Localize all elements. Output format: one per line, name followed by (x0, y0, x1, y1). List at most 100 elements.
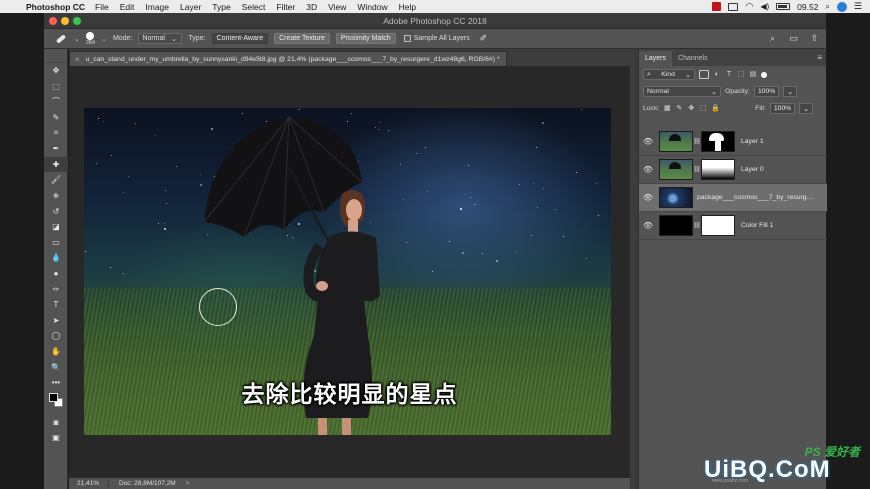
pressure-size-icon[interactable]: ✐ (480, 33, 488, 44)
dodge-tool-icon[interactable]: ● (44, 266, 68, 282)
lock-transparent-icon[interactable]: ▦ (663, 105, 671, 113)
tools-panel-grip[interactable] (44, 49, 67, 63)
clock[interactable]: 09.52 (797, 2, 818, 12)
canvas-area[interactable]: 去除比较明显的星点 (69, 66, 630, 477)
minimize-window-button[interactable] (61, 17, 69, 25)
visibility-eye-icon[interactable]: 👁 (639, 165, 657, 174)
share-icon[interactable]: ⇧ (809, 33, 820, 44)
visibility-eye-icon[interactable]: 👁 (639, 221, 657, 230)
blur-tool-icon[interactable]: 💧 (44, 250, 68, 266)
fill-input[interactable]: 100% (769, 103, 796, 114)
battery-icon[interactable] (776, 3, 791, 10)
menu-filter[interactable]: Filter (276, 2, 295, 12)
history-brush-tool-icon[interactable]: ↺ (44, 203, 68, 219)
layer-row-layer-0[interactable]: 👁 ⛓ Layer 0 (639, 156, 827, 184)
layer-mask-thumbnail[interactable] (701, 159, 735, 180)
create-texture-button[interactable]: Create Texture (274, 33, 330, 44)
siri-icon[interactable] (836, 1, 847, 12)
mask-link-icon[interactable]: ⛓ (693, 166, 701, 173)
pen-tool-icon[interactable]: ✑ (44, 281, 68, 297)
visibility-eye-icon[interactable]: 👁 (639, 137, 657, 146)
menu-help[interactable]: Help (399, 2, 416, 12)
content-aware-button[interactable]: Content-Aware (211, 33, 269, 44)
filter-shape-icon[interactable]: ⬚ (737, 71, 745, 79)
eyedropper-tool-icon[interactable]: ✒ (44, 141, 68, 157)
wifi-icon[interactable]: ◠ (745, 1, 753, 12)
tab-layers[interactable]: Layers (639, 51, 673, 66)
menu-view[interactable]: View (328, 2, 346, 12)
mores-tool-icon[interactable]: ••• (44, 375, 68, 391)
layer-row-cosmos[interactable]: 👁 package___cosmos___7_by_resurgere... (639, 184, 827, 212)
tool-preset-chevron-icon[interactable]: ⌄ (74, 35, 80, 43)
path-select-tool-icon[interactable]: ➤ (44, 313, 68, 329)
zoom-tool-icon[interactable]: 🔍 (44, 359, 68, 375)
visibility-eye-icon[interactable]: 👁 (639, 193, 657, 202)
notification-center-icon[interactable]: ☰ (854, 1, 862, 12)
menu-3d[interactable]: 3D (306, 2, 317, 12)
menu-image[interactable]: Image (145, 2, 169, 12)
blend-mode-select[interactable]: Normal ⌄ (643, 86, 721, 97)
panel-menu-icon[interactable]: ≡ (817, 53, 822, 62)
mask-link-icon[interactable]: ⛓ (693, 222, 701, 229)
quick-mask-icon[interactable]: ◙ (44, 414, 68, 430)
gradient-tool-icon[interactable]: ▭ (44, 235, 68, 251)
hand-tool-icon[interactable]: ✋ (44, 344, 68, 360)
lock-position-icon[interactable]: ✥ (687, 105, 695, 113)
brush-preset-picker[interactable]: 284 (86, 31, 95, 46)
lock-image-icon[interactable]: ✎ (675, 105, 683, 113)
close-window-button[interactable] (49, 17, 57, 25)
lasso-tool-icon[interactable]: ⌒ (44, 94, 68, 110)
layer-mask-thumbnail[interactable] (701, 215, 735, 236)
tab-channels[interactable]: Channels (672, 51, 714, 66)
app-menu[interactable]: Photoshop CC (26, 2, 85, 12)
menu-edit[interactable]: Edit (120, 2, 135, 12)
fill-slider-chevron-icon[interactable]: ⌄ (799, 103, 813, 114)
filter-adjustment-icon[interactable]: ◐ (713, 71, 721, 79)
foreground-color-swatch[interactable] (49, 393, 58, 403)
quick-select-tool-icon[interactable]: ✎ (44, 110, 68, 126)
eraser-tool-icon[interactable]: ◪ (44, 219, 68, 235)
filter-type-icon[interactable]: T (725, 71, 733, 79)
menu-window[interactable]: Window (357, 2, 387, 12)
opacity-slider-chevron-icon[interactable]: ⌄ (783, 86, 798, 97)
proximity-match-button[interactable]: Proximity Match (335, 33, 396, 44)
airplay-icon[interactable] (728, 2, 739, 11)
menu-layer[interactable]: Layer (180, 2, 201, 12)
workspace-icon[interactable]: ▭ (788, 33, 799, 44)
sample-all-layers-checkbox[interactable]: Sample All Layers (403, 35, 470, 42)
spot-healing-brush-tool-icon[interactable]: ✚ (44, 156, 68, 173)
menu-type[interactable]: Type (212, 2, 230, 12)
mode-select[interactable]: Normal ⌄ (138, 33, 183, 44)
brush-tool-icon[interactable]: 🖌 (44, 172, 68, 188)
brush-picker-chevron-icon[interactable]: ⌄ (101, 35, 107, 43)
crop-tool-icon[interactable]: ⌗ (44, 125, 68, 141)
status-menu-arrow-icon[interactable]: > (186, 480, 190, 487)
screen-mode-icon[interactable]: ▣ (44, 430, 68, 446)
move-tool-icon[interactable]: ✥ (44, 63, 68, 79)
menu-select[interactable]: Select (242, 2, 266, 12)
layer-row-color-fill-1[interactable]: 👁 ⛓ Color Fill 1 (639, 212, 827, 240)
lock-artboard-icon[interactable]: ⬚ (699, 105, 707, 113)
lock-all-icon[interactable]: 🔒 (711, 105, 720, 113)
color-swatches[interactable] (44, 390, 68, 414)
marquee-tool-icon[interactable]: ⬚ (44, 79, 68, 95)
type-tool-icon[interactable]: T (44, 297, 68, 313)
layer-mask-thumbnail[interactable] (701, 131, 735, 152)
search-icon[interactable]: ⌕ (767, 33, 778, 44)
close-icon[interactable]: × (75, 55, 80, 64)
spotlight-icon[interactable]: ⌕ (825, 2, 829, 12)
mask-link-icon[interactable]: ⛓ (693, 138, 701, 145)
volume-icon[interactable]: ◀) (760, 2, 769, 11)
clone-stamp-tool-icon[interactable]: ⎈ (44, 188, 68, 204)
ellipse-tool-icon[interactable]: ◯ (44, 328, 68, 344)
opacity-input[interactable]: 100% (753, 86, 780, 97)
photoshop-status-icon[interactable] (712, 2, 722, 11)
filter-kind-select[interactable]: ⌕ Kind ⌄ (643, 69, 695, 80)
filter-smart-object-icon[interactable]: ▤ (749, 71, 757, 79)
filter-toggle-icon[interactable] (761, 71, 767, 78)
menu-file[interactable]: File (95, 2, 109, 12)
zoom-level[interactable]: 21,41% (69, 480, 109, 487)
spot-healing-brush-icon[interactable] (54, 33, 68, 45)
zoom-window-button[interactable] (73, 17, 81, 25)
filter-pixel-icon[interactable] (699, 70, 709, 79)
